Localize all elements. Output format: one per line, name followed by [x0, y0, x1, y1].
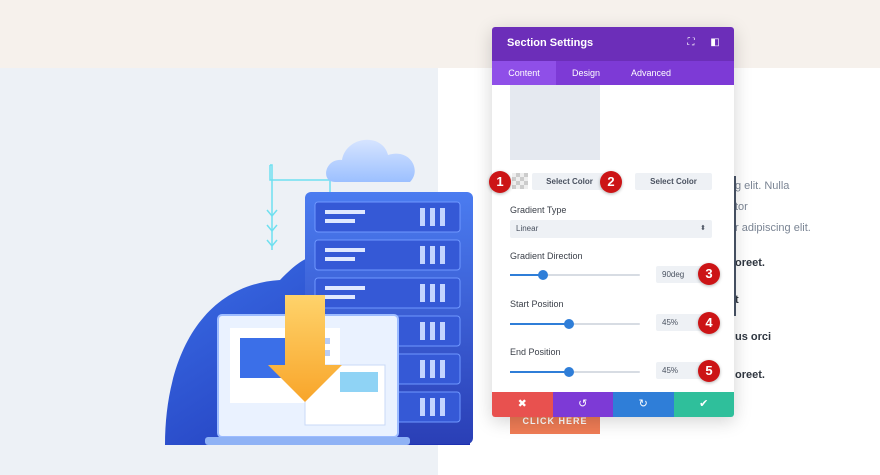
gradient-preview: [510, 85, 600, 160]
bg-text-line: r adipiscing elit.: [735, 222, 811, 234]
bg-text-line: g elit. Nulla: [735, 180, 790, 192]
slider-fill: [510, 323, 569, 325]
undo-button[interactable]: ↺: [552, 392, 613, 417]
panel-footer: ✖ ↺ ↻ ✔: [492, 392, 734, 417]
gradient-direction-label: Gradient Direction: [510, 251, 583, 261]
section-settings-panel: Section Settings ⛶ ◧ Content Design Adva…: [492, 27, 734, 417]
start-position-slider[interactable]: [510, 319, 640, 329]
expand-icon[interactable]: ⛶: [685, 37, 697, 49]
bg-bold-line: oreet.: [735, 369, 765, 381]
top-band: [0, 0, 880, 68]
annotation-marker-3: 3: [698, 263, 720, 285]
panel-title: Section Settings: [507, 37, 594, 49]
gradient-direction-slider[interactable]: [510, 270, 640, 280]
annotation-marker-1: 1: [489, 171, 511, 193]
tab-design[interactable]: Design: [556, 61, 616, 85]
bg-bold-line: us orci: [735, 331, 772, 343]
select-arrows-icon: ⬍: [700, 225, 706, 232]
bg-text-line: tor: [735, 201, 748, 213]
select-color-button-2[interactable]: Select Color: [635, 173, 712, 190]
end-position-slider[interactable]: [510, 367, 640, 377]
tab-content[interactable]: Content: [492, 61, 556, 85]
sidebar-toggle-icon[interactable]: ◧: [709, 37, 721, 49]
transparent-swatch[interactable]: [512, 173, 528, 189]
panel-tabs: Content Design Advanced: [492, 61, 734, 85]
gradient-type-value: Linear: [516, 224, 539, 233]
server-cloud-illustration: [165, 139, 473, 445]
panel-body: Select Color Select Color Gradient Type …: [492, 85, 734, 392]
slider-handle[interactable]: [563, 367, 574, 377]
tab-advanced[interactable]: Advanced: [616, 61, 686, 85]
cancel-button[interactable]: ✖: [492, 392, 553, 417]
save-button[interactable]: ✔: [673, 392, 734, 417]
end-position-label: End Position: [510, 347, 561, 357]
select-color-button-1[interactable]: Select Color: [532, 173, 607, 190]
annotation-marker-5: 5: [698, 360, 720, 382]
slider-fill: [510, 371, 569, 373]
annotation-marker-2: 2: [600, 171, 622, 193]
gradient-type-select[interactable]: Linear ⬍: [510, 220, 712, 238]
panel-header: Section Settings ⛶ ◧: [492, 27, 734, 61]
start-position-label: Start Position: [510, 299, 564, 309]
annotation-marker-4: 4: [698, 312, 720, 334]
bg-bold-line: oreet.: [735, 257, 765, 269]
redo-button[interactable]: ↻: [613, 392, 674, 417]
slider-handle[interactable]: [563, 319, 574, 329]
slider-handle[interactable]: [537, 270, 548, 280]
gradient-type-label: Gradient Type: [510, 205, 567, 215]
